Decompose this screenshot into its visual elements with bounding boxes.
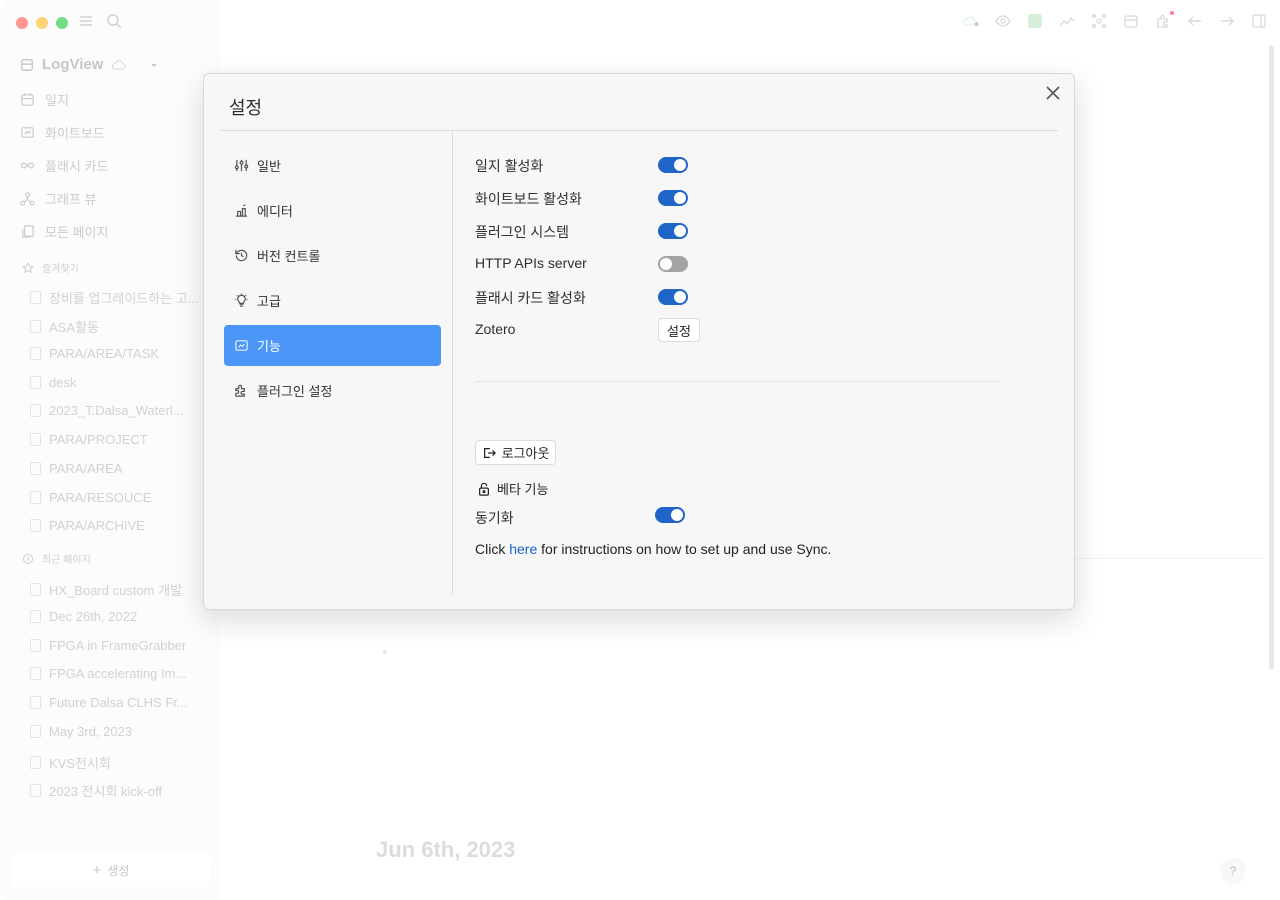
plugin-system-toggle-label: 플러그인 시스템	[475, 224, 570, 240]
sync-help-link[interactable]: here	[509, 541, 537, 557]
editor-icon	[235, 204, 248, 217]
history-icon	[235, 249, 248, 262]
settings-tab-label: 일반	[257, 159, 281, 174]
whiteboard-toggle[interactable]	[658, 190, 688, 206]
beta-features-label: 베타 기능	[497, 482, 549, 497]
settings-tab-advanced[interactable]: 고급	[224, 280, 441, 321]
settings-title: 설정	[229, 98, 263, 118]
divider	[475, 381, 1002, 382]
settings-tab-editor[interactable]: 에디터	[224, 190, 441, 231]
features-icon	[235, 340, 248, 351]
settings-tab-label: 기능	[257, 339, 281, 354]
sync-toggle-label: 동기화	[475, 510, 514, 526]
plugin-system-toggle[interactable]	[658, 223, 688, 239]
logout-button[interactable]: 로그아웃	[475, 440, 556, 465]
settings-tab-label: 플러그인 설정	[257, 384, 333, 399]
logout-label: 로그아웃	[501, 446, 550, 461]
divider	[220, 130, 1058, 131]
unlock-icon	[479, 482, 489, 496]
whiteboard-toggle-label: 화이트보드 활성화	[475, 191, 582, 207]
settings-dialog: 설정 일반 에디터 버전 컨트롤 고급 기능 플러그인 설정 일지 활성화 화이…	[203, 73, 1075, 610]
settings-tab-label: 에디터	[257, 204, 293, 219]
settings-tab-general[interactable]: 일반	[224, 145, 441, 186]
logout-icon	[483, 447, 496, 458]
divider	[452, 131, 453, 595]
flashcards-toggle[interactable]	[658, 289, 688, 305]
http-api-toggle[interactable]	[658, 256, 688, 272]
settings-tab-features[interactable]: 기능	[224, 325, 441, 366]
puzzle-icon	[235, 384, 245, 397]
close-button[interactable]	[1042, 82, 1064, 104]
journals-toggle[interactable]	[658, 157, 688, 173]
settings-tab-plugins[interactable]: 플러그인 설정	[224, 370, 441, 411]
bulb-icon	[235, 293, 248, 307]
beta-features-header: 베타 기능	[477, 479, 548, 498]
http-api-toggle-label: HTTP APIs server	[475, 255, 587, 271]
sync-toggle[interactable]	[655, 507, 685, 523]
close-icon	[1046, 86, 1060, 100]
journals-toggle-label: 일지 활성화	[475, 158, 544, 174]
settings-tab-version-control[interactable]: 버전 컨트롤	[224, 235, 441, 276]
sliders-icon	[234, 159, 249, 172]
zotero-label: Zotero	[475, 321, 516, 337]
settings-tab-label: 버전 컨트롤	[257, 249, 321, 264]
zotero-settings-button[interactable]: 설정	[658, 318, 700, 342]
sync-instructions: Click here for instructions on how to se…	[475, 541, 832, 557]
settings-tab-label: 고급	[257, 294, 281, 309]
flashcards-toggle-label: 플래시 카드 활성화	[475, 290, 586, 306]
